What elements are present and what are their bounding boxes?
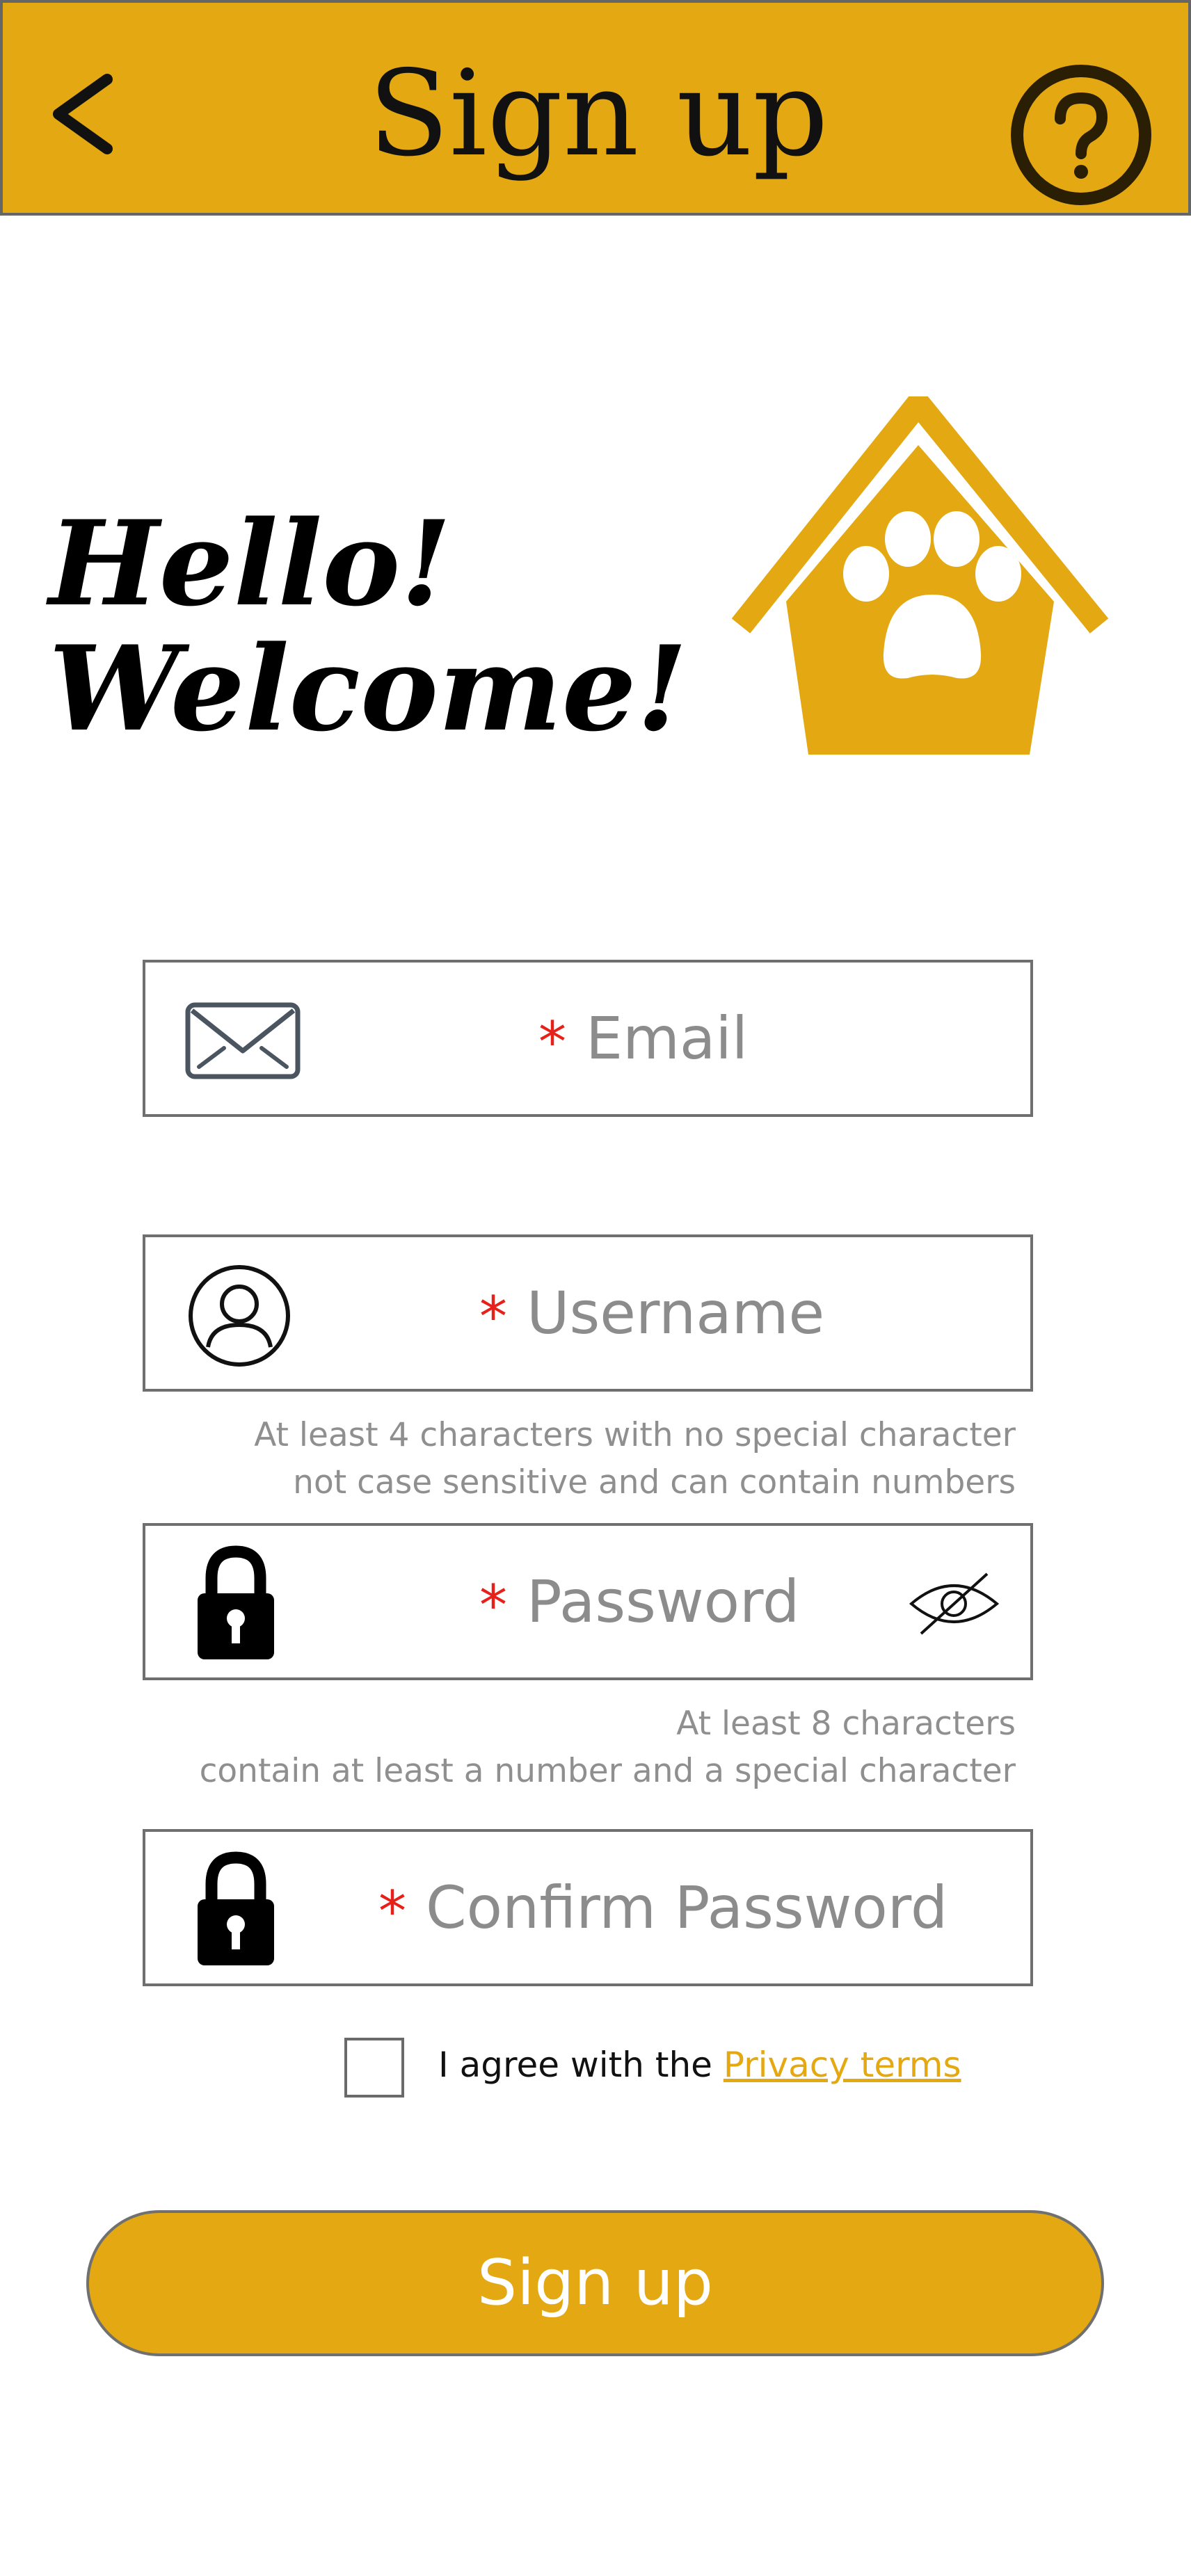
username-hint-line-1: At least 4 characters with no special ch… xyxy=(254,1416,1016,1454)
required-mark: * xyxy=(538,1010,566,1074)
welcome-line-2: Welcome! xyxy=(49,620,688,757)
agree-label: I agree with the xyxy=(438,2045,724,2085)
agree-checkbox[interactable] xyxy=(344,2038,404,2098)
password-field[interactable]: * Password xyxy=(143,1523,1033,1680)
user-circle-icon xyxy=(189,1265,290,1367)
username-hint-line-2: not case sensitive and can contain numbe… xyxy=(293,1463,1016,1502)
paw-house-icon xyxy=(731,396,1109,755)
app-header: Sign up xyxy=(0,0,1191,216)
username-placeholder: Username xyxy=(527,1279,825,1347)
username-hint: At least 4 characters with no special ch… xyxy=(254,1412,1016,1506)
email-field[interactable]: * Email xyxy=(143,960,1033,1117)
envelope-icon xyxy=(185,1002,301,1079)
email-placeholder: Email xyxy=(586,1004,749,1072)
password-hint-line-1: At least 8 characters xyxy=(676,1705,1016,1743)
required-mark: * xyxy=(378,1879,406,1944)
privacy-terms-link[interactable]: Privacy terms xyxy=(724,2045,961,2085)
password-hint-line-2: contain at least a number and a special … xyxy=(199,1752,1016,1790)
sign-up-button[interactable]: Sign up xyxy=(86,2210,1104,2356)
required-mark: * xyxy=(479,1573,507,1638)
question-mark-icon[interactable] xyxy=(1008,62,1154,208)
lock-icon xyxy=(198,1545,274,1659)
password-hint: At least 8 characters contain at least a… xyxy=(200,1700,1016,1795)
lock-icon xyxy=(198,1851,274,1965)
welcome-heading: Hello! Welcome! xyxy=(49,501,687,751)
welcome-line-1: Hello! xyxy=(49,494,452,632)
confirm-password-placeholder: Confirm Password xyxy=(426,1874,948,1942)
username-field[interactable]: * Username xyxy=(143,1234,1033,1392)
eye-slash-icon[interactable] xyxy=(907,1571,1001,1637)
required-mark: * xyxy=(479,1285,507,1349)
password-placeholder: Password xyxy=(527,1568,800,1636)
confirm-password-field[interactable]: * Confirm Password xyxy=(143,1829,1033,1986)
